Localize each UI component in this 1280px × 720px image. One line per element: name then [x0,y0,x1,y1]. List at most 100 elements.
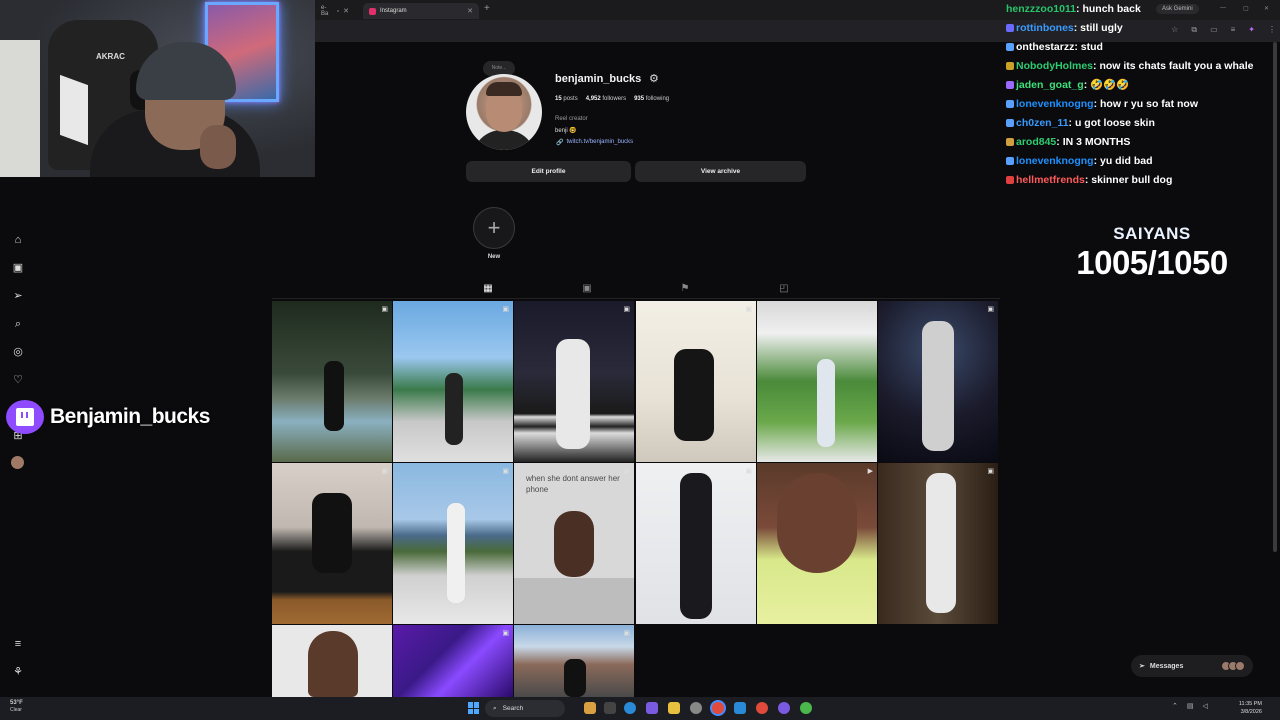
app-icon[interactable] [734,702,746,714]
tab-close-icon[interactable]: ✕ [467,7,473,15]
new-highlight-button[interactable]: + [473,207,515,249]
explore-icon[interactable]: ◎ [11,345,25,359]
taskbar: 53°F Clear ⌕ Search ⌃ ▤ ◁ 11:35 PM 3/8/2… [0,697,1280,720]
new-tab-button[interactable]: + [484,3,490,14]
post-thumbnail[interactable]: ▣ [878,301,998,462]
reel-icon: ▣ [381,468,388,475]
saved-icon[interactable]: ⚑ [679,283,691,294]
post-thumbnail[interactable]: ▣ [757,301,877,462]
chat-text: now its chats fault you a whale [1099,60,1254,72]
followers-count[interactable]: 4,952 followers [586,96,626,102]
reel-icon: ▣ [987,306,994,313]
post-thumbnail[interactable]: ▣ [393,301,513,462]
chat-text: u got loose skin [1074,117,1155,129]
messages-button[interactable]: ➢ Messages [1131,655,1253,677]
send-icon[interactable]: ➢ [11,289,25,303]
menu-icon[interactable]: ≡ [11,637,25,651]
taskbar-search[interactable]: ⌕ Search [485,700,565,717]
volume-icon[interactable]: ◁ [1203,702,1208,710]
post-thumbnail[interactable]: ▣ [878,463,998,624]
chat-username: onthestarzz [1016,41,1075,53]
network-icon[interactable]: ▤ [1187,702,1194,710]
link-icon: 🔗 [556,140,564,146]
threads-icon[interactable]: ⚘ [11,665,25,679]
close-icon[interactable]: ▫ [337,8,339,15]
windows-start-icon[interactable] [468,702,480,714]
post-thumbnail[interactable]: ▣ when she dont answer her phone [514,463,634,624]
profile-category: Reel creator [555,116,588,122]
person-figure [324,361,344,431]
task-view-icon[interactable] [604,702,616,714]
person-figure [312,493,352,573]
chair-brand: AKRAC [96,52,125,61]
edit-profile-button[interactable]: Edit profile [466,161,631,182]
home-icon[interactable]: ⌂ [11,233,25,247]
reels-icon[interactable]: ▣ [11,261,25,275]
profile-link[interactable]: 🔗 twitch.tv/benjamin_bucks [556,139,633,146]
post-thumbnail[interactable]: ▣ [514,625,634,697]
chat-message: jaden_goat_g: 🤣🤣🤣 [1006,76,1276,95]
reel-icon: ▣ [381,306,388,313]
heart-icon[interactable]: ♡ [11,373,25,387]
profile-bio: benji 🤓 [555,128,577,134]
post-thumbnail[interactable]: ▣ [393,625,513,697]
post-thumbnail[interactable]: ▣ [272,463,392,624]
person-face [554,511,594,577]
person-figure [445,373,463,445]
chat-text: yu did bad [1100,155,1153,167]
webcam-door [0,40,40,177]
post-thumbnail[interactable]: ▣ [636,301,756,462]
following-count[interactable]: 935 following [634,96,669,102]
browser-tab[interactable]: e-Ba ▫ ✕ [315,3,355,19]
chat-message: hellmetfrends: skinner bull dog [1006,171,1276,190]
chat-text: skinner bull dog [1091,174,1173,186]
scrollbar[interactable] [1273,42,1277,552]
reel-icon: ▣ [623,306,630,313]
post-thumbnail[interactable]: ▣ [514,301,634,462]
file-explorer-icon[interactable] [668,702,680,714]
chat-message: arod845: IN 3 MONTHS [1006,133,1276,152]
edge-icon[interactable] [624,702,636,714]
twitch-name-tag: Benjamin_bucks [6,400,210,434]
profile-link-text[interactable]: twitch.tv/benjamin_bucks [566,139,633,146]
grid-icon[interactable]: ▦ [482,283,494,294]
post-thumbnail[interactable]: ▣ [393,463,513,624]
caption-bg [514,578,634,624]
chat-message: NobodyHolmes: now its chats fault you a … [1006,57,1276,76]
avatar-hair [486,82,522,96]
view-archive-button[interactable]: View archive [635,161,806,182]
post-thumbnail[interactable]: ▣ [272,301,392,462]
chat-username: hellmetfrends [1016,174,1085,186]
tagged-icon[interactable]: ◰ [778,283,790,294]
app-icon[interactable] [756,702,768,714]
chrome-icon[interactable] [712,702,724,714]
app-icon[interactable] [646,702,658,714]
sidebar-avatar[interactable] [11,456,24,469]
person-face [777,473,857,573]
chat-text: 🤣🤣🤣 [1090,79,1130,91]
person-figure [674,349,714,441]
app-icon[interactable] [778,702,790,714]
profile-avatar[interactable] [466,74,542,150]
person-face [308,631,358,697]
app-icon[interactable] [800,702,812,714]
weather-temperature: 53°F [10,700,23,706]
browser-tab-instagram[interactable]: Instagram ✕ [363,3,479,19]
post-thumbnail[interactable] [272,625,392,697]
chat-username: jaden_goat_g [1016,79,1084,91]
chevron-up-icon[interactable]: ⌃ [1172,702,1178,710]
settings-icon[interactable]: ⚙ [649,72,659,85]
chat-username: lonevenknogng [1016,98,1094,110]
settings-app-icon[interactable] [690,702,702,714]
weather-widget[interactable]: 53°F Clear [10,700,23,714]
chat-username: NobodyHolmes [1016,60,1094,72]
search-icon[interactable]: ⌕ [11,317,25,331]
post-thumbnail[interactable]: ▣ [636,463,756,624]
app-icon[interactable] [584,702,596,714]
taskbar-search-label: Search [502,705,524,712]
reels-tab-icon[interactable]: ▣ [581,283,593,294]
chat-username: rottinbones [1016,22,1074,34]
tab-close-icon[interactable]: ✕ [343,7,349,15]
clock[interactable]: 11:35 PM 3/8/2026 [1228,700,1262,716]
post-thumbnail[interactable]: ▶ [757,463,877,624]
